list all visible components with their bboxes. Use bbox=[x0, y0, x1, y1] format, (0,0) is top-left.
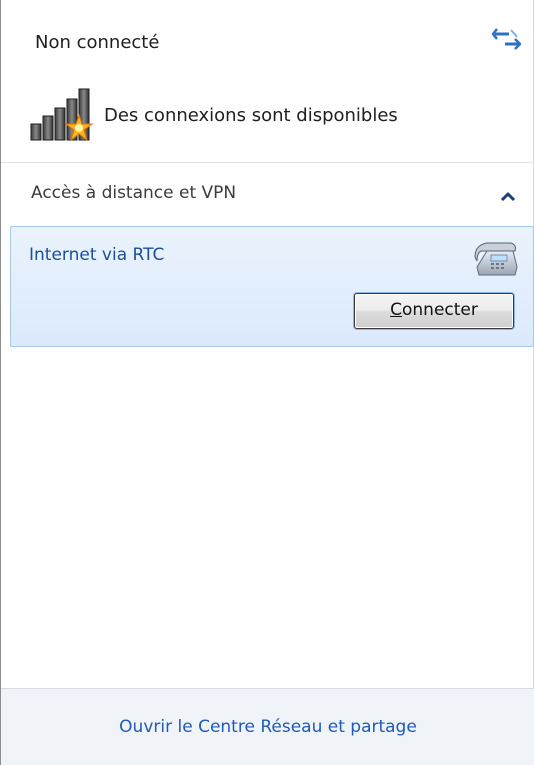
connect-button-mnemonic: C bbox=[390, 300, 402, 320]
network-flyout-panel: Non connecté Des connexions sont disponi… bbox=[0, 0, 534, 765]
availability-row: Des connexions sont disponibles bbox=[29, 86, 398, 144]
connect-button-label: onnecter bbox=[402, 300, 478, 320]
connection-status-title: Non connecté bbox=[35, 32, 160, 53]
connect-button[interactable]: Connecter bbox=[354, 293, 514, 329]
signal-bars-with-star-icon bbox=[30, 88, 94, 142]
dial-up-phone-icon bbox=[474, 242, 518, 276]
section-title: Accès à distance et VPN bbox=[31, 183, 237, 203]
open-network-center-link[interactable]: Ouvrir le Centre Réseau et partage bbox=[1, 717, 534, 737]
section-header-remote-access-vpn[interactable]: Accès à distance et VPN bbox=[1, 163, 534, 223]
footer: Ouvrir le Centre Réseau et partage bbox=[1, 688, 534, 765]
refresh-icon[interactable] bbox=[491, 24, 523, 54]
connection-name: Internet via RTC bbox=[29, 245, 165, 265]
chevron-up-icon[interactable] bbox=[499, 191, 517, 203]
connection-item-internet-via-rtc[interactable]: Internet via RTC Connecter bbox=[10, 226, 534, 347]
availability-text: Des connexions sont disponibles bbox=[104, 104, 398, 126]
